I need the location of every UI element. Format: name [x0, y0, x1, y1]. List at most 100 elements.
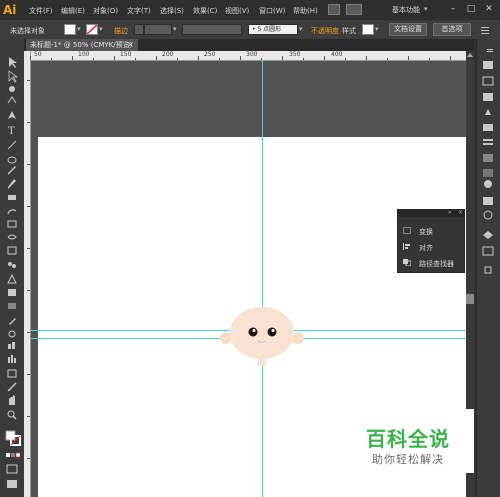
document-tab[interactable]: 未标题-1* @ 50% (CMYK/预览) [26, 39, 138, 51]
hand-tool-icon[interactable] [9, 395, 15, 405]
shape-builder-icon[interactable] [8, 262, 12, 266]
brush-definition[interactable]: • 5 点圆形 [248, 24, 298, 35]
free-transform-icon[interactable] [7, 246, 17, 255]
scale-tool-icon[interactable] [7, 220, 17, 228]
workspace-switcher[interactable]: 基本功能 [392, 5, 420, 15]
scrollbar-thumb[interactable] [466, 294, 474, 304]
perspective-grid-icon[interactable] [7, 273, 17, 284]
brush-value: 5 点圆形 [257, 26, 282, 33]
menu-select[interactable]: 选择(S) [160, 6, 184, 16]
vertical-guide[interactable] [262, 61, 263, 497]
swatches-icon[interactable] [483, 93, 493, 101]
menu-file[interactable]: 文件(F) [29, 6, 53, 16]
stroke-weight-stepper[interactable] [134, 24, 144, 35]
pen-tool-icon[interactable] [8, 111, 16, 119]
opacity-label[interactable]: 不透明度 [311, 26, 339, 36]
panel-item-align[interactable]: 对齐 [403, 241, 463, 253]
brush-dropdown-icon[interactable]: ▾ [299, 25, 303, 33]
panel-item-pathfinder[interactable]: 路径查找器 [403, 257, 463, 269]
artboards-icon[interactable] [482, 246, 494, 256]
panel-collapse-icon[interactable]: » [448, 209, 452, 216]
arrange-documents-icon[interactable] [346, 4, 362, 15]
stroke-panel-icon[interactable] [483, 143, 493, 145]
transparency-icon[interactable] [483, 169, 493, 177]
preferences-button[interactable]: 首选项 [433, 23, 471, 36]
eyedropper-icon[interactable] [9, 318, 16, 325]
menu-view[interactable]: 视图(V) [225, 6, 249, 16]
line-tool-icon[interactable] [7, 140, 17, 150]
style-dropdown-icon[interactable]: ▾ [375, 25, 379, 33]
screen-mode-icon[interactable] [7, 480, 17, 488]
clock-icon[interactable] [483, 210, 493, 220]
menu-help[interactable]: 帮助(H) [293, 6, 318, 16]
pasteboard[interactable] [31, 61, 466, 137]
scroll-up-icon[interactable] [466, 51, 474, 59]
face-artwork[interactable] [214, 304, 310, 366]
appearance-icon[interactable] [484, 180, 492, 188]
gradient-tool-icon[interactable] [8, 303, 16, 309]
artboard-tool-icon[interactable] [7, 369, 17, 378]
stroke-weight-input[interactable] [144, 24, 172, 35]
blend-tool-icon[interactable] [8, 330, 16, 338]
stroke-dropdown-icon[interactable]: ▾ [99, 25, 103, 33]
bridge-icon[interactable] [328, 4, 340, 15]
stroke-label[interactable]: 描边 [114, 26, 128, 36]
stroke-swatch[interactable] [86, 24, 98, 35]
pencil-icon[interactable] [8, 179, 16, 189]
document-setup-button[interactable]: 文档设置 [389, 23, 427, 36]
right-eye [267, 327, 277, 337]
mesh-tool-icon[interactable] [8, 289, 16, 296]
chevron-down-icon[interactable]: ▾ [424, 5, 428, 13]
panel-close-icon[interactable]: × [458, 209, 463, 216]
magic-wand-icon[interactable] [9, 86, 15, 92]
eraser-icon[interactable] [8, 195, 16, 200]
menu-object[interactable]: 对象(O) [93, 6, 118, 16]
layers-icon[interactable] [483, 231, 493, 239]
left-eye [248, 327, 258, 337]
column-graph-icon[interactable] [8, 357, 10, 363]
menu-effect[interactable]: 效果(C) [193, 6, 217, 16]
fill-dropdown-icon[interactable]: ▾ [77, 25, 81, 33]
minimize-icon[interactable]: – [448, 4, 458, 14]
tab-close-icon[interactable]: × [127, 39, 134, 51]
brushes-icon[interactable] [485, 109, 491, 115]
direct-selection-tool-icon[interactable] [8, 70, 19, 83]
selection-tool-icon[interactable] [9, 57, 17, 68]
color-mode-icon[interactable] [6, 453, 10, 457]
align-icon [403, 243, 410, 250]
type-tool-icon[interactable]: T [8, 126, 15, 137]
paintbrush-icon[interactable] [8, 166, 16, 175]
menu-window[interactable]: 窗口(W) [259, 6, 285, 16]
fill-swatch[interactable] [64, 24, 76, 35]
pasteboard-left[interactable] [31, 137, 38, 497]
symbol-sprayer-icon[interactable] [8, 344, 11, 349]
draw-mode-icon[interactable] [6, 464, 18, 474]
restore-icon[interactable]: □ [466, 4, 476, 14]
color-guide-icon[interactable] [482, 76, 494, 86]
slice-tool-icon[interactable] [7, 382, 17, 392]
rotate-tool-icon[interactable] [7, 209, 17, 215]
floating-panel-header[interactable] [397, 209, 465, 217]
gradient-mode-icon[interactable] [11, 453, 15, 457]
style-swatch[interactable] [362, 24, 374, 35]
lasso-icon[interactable] [7, 96, 17, 104]
menu-bar: Ai 文件(F) 编辑(E) 对象(O) 文字(T) 选择(S) 效果(C) 视… [0, 0, 500, 20]
menu-type[interactable]: 文字(T) [127, 6, 151, 16]
stroke-weight-dropdown-icon[interactable]: ▾ [173, 25, 177, 33]
ellipse-tool-icon[interactable] [7, 156, 17, 164]
color-panel-icon[interactable] [483, 61, 493, 69]
none-mode-icon[interactable] [15, 452, 21, 458]
panel-menu-icon[interactable] [480, 25, 490, 35]
gradient-panel-icon[interactable] [483, 154, 493, 162]
collapse-dock-icon[interactable] [487, 49, 493, 52]
close-icon[interactable]: ✕ [484, 4, 494, 14]
variable-width-profile[interactable] [182, 24, 242, 35]
menu-edit[interactable]: 编辑(E) [61, 6, 85, 16]
links-icon[interactable] [484, 266, 492, 274]
width-tool-icon[interactable] [7, 234, 17, 240]
panel-item-transform[interactable]: 变换 [403, 225, 463, 237]
watermark-title: 百科全说 [366, 427, 450, 451]
symbols-icon[interactable] [483, 124, 493, 131]
graphic-styles-icon[interactable] [483, 197, 493, 205]
panel-item-label: 对齐 [419, 244, 433, 252]
